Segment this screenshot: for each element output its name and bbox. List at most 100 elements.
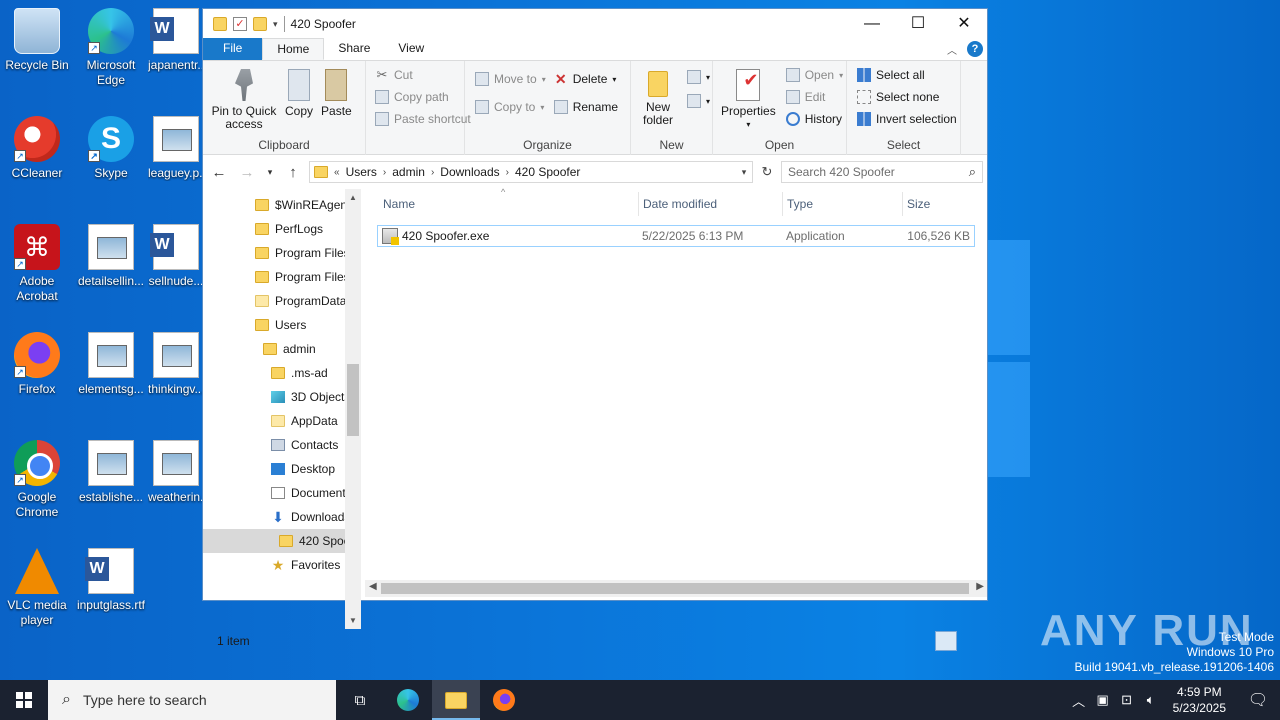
help-icon[interactable]: ? <box>967 41 983 57</box>
folder-icon <box>213 17 227 31</box>
address-dropdown-icon[interactable]: ▾ <box>736 167 752 178</box>
chevron-down-icon[interactable]: ▾ <box>273 19 278 30</box>
volume-icon[interactable]: 🔈︎ <box>1139 692 1163 708</box>
details-view-button[interactable] <box>935 631 957 651</box>
delete-button[interactable]: ✕ Delete ▾ <box>554 71 618 87</box>
tree-item-program-files[interactable]: Program Files <box>203 241 361 265</box>
address-bar[interactable]: « Users › admin › Downloads › 420 Spoofe… <box>309 161 753 183</box>
watermark-line: Build 19041.vb_release.191206-1406 <box>1074 660 1275 674</box>
select-all-button[interactable]: Select all <box>857 67 957 83</box>
tree-item-admin[interactable]: admin <box>203 337 361 361</box>
up-button[interactable]: ↑ <box>281 164 305 181</box>
network-icon[interactable]: ⊡ <box>1115 692 1139 708</box>
select-none-button[interactable]: Select none <box>857 89 957 105</box>
column-header-name[interactable]: Name <box>379 192 639 216</box>
clock[interactable]: 4:59 PM 5/23/2025 <box>1163 684 1236 716</box>
taskbar-edge[interactable] <box>384 680 432 720</box>
paste-shortcut-button[interactable]: Paste shortcut <box>375 111 471 127</box>
edit-button[interactable]: Edit <box>785 89 843 105</box>
start-button[interactable] <box>0 680 48 720</box>
desktop-icon-firefox[interactable]: ↗ Firefox <box>0 332 74 397</box>
tree-item-users[interactable]: Users <box>203 313 361 337</box>
desktop-icon-thinkingv[interactable]: thinkingv... <box>148 332 204 397</box>
tree-item-ms-ad[interactable]: .ms-ad <box>203 361 361 385</box>
desktop-icon-detailsellin[interactable]: detailsellin... <box>74 224 148 289</box>
sort-caret-icon: ^ <box>501 187 506 197</box>
taskbar-firefox[interactable] <box>480 680 528 720</box>
minimize-button[interactable]: — <box>849 9 895 39</box>
large-icons-view-button[interactable] <box>959 631 981 651</box>
properties-quick-icon[interactable]: ✓ <box>233 17 247 31</box>
desktop-icon-leaguey[interactable]: leaguey.p... <box>148 116 204 181</box>
desktop-icon-establishe[interactable]: establishe... <box>74 440 148 505</box>
breadcrumb-users[interactable]: Users <box>346 165 377 179</box>
desktop-icon-chrome[interactable]: ↗ Google Chrome <box>0 440 74 520</box>
tree-item-downloads[interactable]: ⬇ Downloads <box>203 505 361 529</box>
column-header-size[interactable]: Size <box>903 192 977 216</box>
breadcrumb-admin[interactable]: admin <box>392 165 425 179</box>
tree-item-favorites[interactable]: ★ Favorites <box>203 553 361 577</box>
open-button[interactable]: Open ▾ <box>785 67 843 83</box>
collapse-ribbon-icon[interactable]: ︿ <box>947 42 957 57</box>
desktop-icon-skype[interactable]: S ↗ Skype <box>74 116 148 181</box>
notifications-icon[interactable]: 🗨︎ <box>1236 690 1280 710</box>
tab-view[interactable]: View <box>384 38 438 60</box>
back-button[interactable]: ← <box>207 164 231 181</box>
maximize-button[interactable]: ☐ <box>895 9 941 39</box>
show-hidden-icons-icon[interactable]: ︿ <box>1067 691 1091 710</box>
column-header-date-modified[interactable]: Date modified <box>639 192 783 216</box>
explorer-window: ✓ ▾ 420 Spoofer — ☐ ✕ File Home Share Vi… <box>202 8 988 651</box>
breadcrumb-420-spoofer[interactable]: 420 Spoofer <box>515 165 580 179</box>
file-list-hscrollbar[interactable]: ◀ ▶ <box>365 580 987 597</box>
tree-item-perflogs[interactable]: PerfLogs <box>203 217 361 241</box>
rename-button[interactable]: Rename <box>553 99 618 115</box>
invert-selection-button[interactable]: Invert selection <box>857 111 957 127</box>
taskbar-search-box[interactable]: ⌕ Type here to search <box>48 680 336 720</box>
move-to-button[interactable]: Move to ▾ <box>475 71 546 87</box>
history-button[interactable]: History <box>785 111 843 127</box>
tree-item-appdata[interactable]: AppData <box>203 409 361 433</box>
desktop-icon-sellnude[interactable]: sellnude... <box>148 224 204 289</box>
tree-item-program-files-x86[interactable]: Program Files <box>203 265 361 289</box>
desktop-icon-acrobat[interactable]: ⌘ ↗ Adobe Acrobat <box>0 224 74 304</box>
tab-file[interactable]: File <box>203 38 263 60</box>
tree-item-winreagent[interactable]: $WinREAgent <box>203 193 361 217</box>
desktop-icon-inputglass[interactable]: inputglass.rtf <box>74 548 148 613</box>
file-row[interactable]: 420 Spoofer.exe 5/22/2025 6:13 PM Applic… <box>377 225 975 247</box>
task-view-button[interactable]: ⧉ <box>336 680 384 720</box>
desktop-icon-weatherin[interactable]: weatherin... <box>148 440 204 505</box>
desktop-icon-ccleaner[interactable]: ↗ CCleaner <box>0 116 74 181</box>
recent-locations-button[interactable]: ▾ <box>263 167 277 178</box>
desktop-icon-recycle-bin[interactable]: Recycle Bin <box>0 8 74 73</box>
column-header-type[interactable]: Type <box>783 192 903 216</box>
forward-button[interactable]: → <box>235 164 259 181</box>
breadcrumb-downloads[interactable]: Downloads <box>440 165 499 179</box>
tree-item-documents[interactable]: Documents <box>203 481 361 505</box>
tab-home[interactable]: Home <box>262 38 325 60</box>
easy-access-button[interactable]: ▾ <box>687 93 710 109</box>
tree-item-420-spoofer[interactable]: 420 Spoofer <box>203 529 361 553</box>
tree-item-contacts[interactable]: Contacts <box>203 433 361 457</box>
new-item-button[interactable]: ▾ <box>687 69 710 85</box>
desktop-icon-vlc[interactable]: VLC media player <box>0 548 74 628</box>
tree-item-desktop[interactable]: Desktop <box>203 457 361 481</box>
desktop-icon-edge[interactable]: ↗ Microsoft Edge <box>74 8 148 88</box>
tree-item-3d-objects[interactable]: 3D Objects <box>203 385 361 409</box>
tab-share[interactable]: Share <box>324 38 384 60</box>
taskbar-file-explorer[interactable] <box>432 680 480 720</box>
copy-to-button[interactable]: Copy to ▾ <box>475 99 546 115</box>
close-button[interactable]: ✕ <box>941 9 987 39</box>
desktop-icon-japanentr[interactable]: japanentr... <box>148 8 204 73</box>
title-bar[interactable]: ✓ ▾ 420 Spoofer — ☐ ✕ <box>203 9 987 39</box>
refresh-button[interactable]: ↻ <box>757 164 777 180</box>
copy-path-button[interactable]: Copy path <box>375 89 471 105</box>
nav-scrollbar[interactable]: ▲ ▼ <box>345 189 361 629</box>
cut-button[interactable]: ✂ Cut <box>375 67 471 83</box>
desktop-icon-elementsg[interactable]: elementsg... <box>74 332 148 397</box>
windows-icon <box>16 692 32 708</box>
download-arrow-icon: ⬇ <box>272 509 284 525</box>
new-folder-quick-icon[interactable] <box>253 17 267 31</box>
tree-item-programdata[interactable]: ProgramData <box>203 289 361 313</box>
device-icon[interactable]: ▣ <box>1091 692 1115 708</box>
search-input[interactable]: Search 420 Spoofer ⌕ <box>781 161 983 183</box>
